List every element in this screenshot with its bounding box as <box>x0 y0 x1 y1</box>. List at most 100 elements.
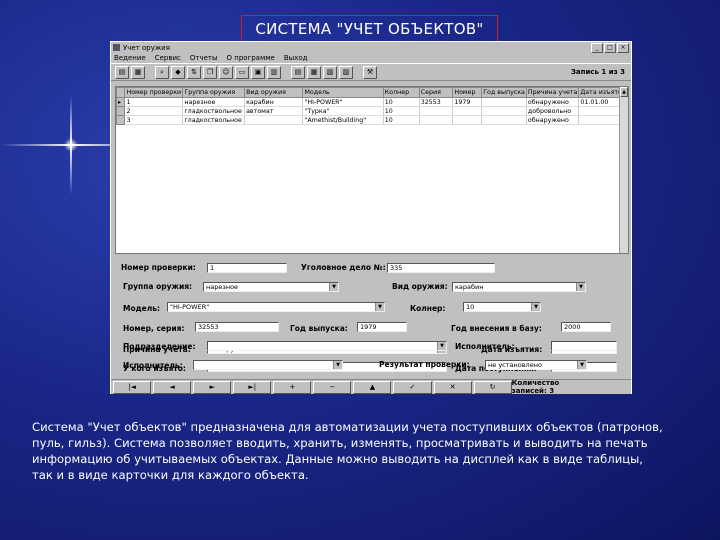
table-cell[interactable]: 10 <box>383 106 420 116</box>
chevron-down-icon[interactable]: ▼ <box>437 342 446 350</box>
table-cell[interactable]: 1 <box>124 97 184 107</box>
chevron-down-icon[interactable]: ▼ <box>576 283 585 291</box>
table-cell[interactable] <box>244 115 304 125</box>
add-record-button[interactable]: + <box>273 380 312 394</box>
table-cell[interactable] <box>419 115 454 125</box>
column-header[interactable]: Модель <box>302 87 384 98</box>
table-cell[interactable]: добровольно <box>526 106 580 116</box>
next-record-button[interactable]: ► <box>193 380 232 394</box>
table-cell[interactable]: карабин <box>244 97 304 107</box>
check-number-field[interactable]: 1 <box>207 263 287 273</box>
copy-icon[interactable]: ❐ <box>203 65 217 79</box>
criminal-case-field[interactable]: 335 <box>387 263 495 273</box>
column-header[interactable]: Группа оружия <box>182 87 246 98</box>
printer-icon[interactable]: ▤ <box>115 65 129 79</box>
slide-description: Система "Учет объектов" предназначена дл… <box>32 419 692 483</box>
table-cell[interactable] <box>481 115 527 125</box>
model-select[interactable]: "HI-POWER" ▼ <box>167 302 385 312</box>
report-list-icon[interactable]: ▦ <box>307 65 321 79</box>
preview-icon[interactable]: ▧ <box>323 65 337 79</box>
table-cell[interactable]: 10 <box>383 115 420 125</box>
chart-icon[interactable]: ▥ <box>267 65 281 79</box>
scroll-up-icon[interactable]: ▲ <box>620 87 628 97</box>
table-scrollbar[interactable]: ▲ <box>619 87 628 253</box>
table-cell[interactable]: гладкоствольное <box>182 115 246 125</box>
check-result-label: Результат проверки: <box>379 360 470 369</box>
description-line: так и в виде карточки для каждого объект… <box>32 468 309 482</box>
table-cell[interactable] <box>419 106 454 116</box>
minimize-button[interactable]: _ <box>591 42 603 53</box>
check-result-select[interactable]: не установлено ▼ <box>485 360 587 370</box>
column-header[interactable]: Причина учета <box>525 87 580 98</box>
refresh-button[interactable]: ↻ <box>473 380 512 394</box>
table-cell[interactable]: нарезное <box>182 97 246 107</box>
sort-icon[interactable]: ⇅ <box>187 65 201 79</box>
table-cell[interactable]: автомат <box>244 106 304 116</box>
column-header[interactable]: Номер <box>452 87 483 98</box>
check-number-label: Номер проверки: <box>121 263 196 272</box>
table-cell[interactable] <box>481 106 527 116</box>
column-header[interactable]: Номер проверки <box>124 87 184 98</box>
last-record-button[interactable]: ►| <box>233 380 272 394</box>
folder-icon[interactable]: ▭ <box>235 65 249 79</box>
weapon-type-select[interactable]: карабин ▼ <box>452 282 586 292</box>
table-row[interactable]: ▸ 1 нарезное карабин "HI-POWER" 10 32553… <box>116 97 628 107</box>
chevron-down-icon[interactable]: ▼ <box>577 361 586 369</box>
column-header[interactable]: Серия <box>418 87 454 98</box>
table-cell[interactable]: 1979 <box>452 97 483 107</box>
table-cell[interactable]: обнаружено <box>526 115 580 125</box>
search-icon[interactable]: ⌕ <box>155 65 169 79</box>
chevron-down-icon[interactable]: ▼ <box>531 303 540 311</box>
table-cell[interactable]: 10 <box>383 97 420 107</box>
chevron-down-icon[interactable]: ▼ <box>375 303 384 311</box>
menu-item-about[interactable]: О программе <box>227 54 275 62</box>
tools-icon[interactable]: ⚒ <box>363 65 377 79</box>
caliber-select[interactable]: 10 ▼ <box>463 302 541 312</box>
cancel-record-button[interactable]: ✕ <box>433 380 472 394</box>
weapon-group-select[interactable]: нарезное ▼ <box>203 282 339 292</box>
column-header[interactable]: Год выпуска <box>481 87 527 98</box>
menu-item-edit[interactable]: Ведение <box>114 54 146 62</box>
table-cell[interactable] <box>452 115 483 125</box>
description-line: Система "Учет объектов" предназначена дл… <box>32 420 663 434</box>
table-cell[interactable]: 2 <box>124 106 184 116</box>
table-cell[interactable]: 3 <box>124 115 184 125</box>
table-cell[interactable] <box>452 106 483 116</box>
table-row[interactable]: 2 гладкоствольное автомат "Турка" 10 доб… <box>116 106 628 116</box>
edit-record-button[interactable]: ▲ <box>353 380 392 394</box>
prev-record-button[interactable]: ◄ <box>153 380 192 394</box>
executor2-field[interactable] <box>551 341 617 351</box>
table-cell[interactable]: "Amethist/Building" <box>302 115 384 125</box>
export-icon[interactable]: ▨ <box>339 65 353 79</box>
table-cell[interactable]: "Турка" <box>302 106 384 116</box>
report-icon[interactable]: ▤ <box>291 65 305 79</box>
table-cell[interactable]: гладкоствольное <box>182 106 246 116</box>
first-record-button[interactable]: |◄ <box>113 380 152 394</box>
post-record-button[interactable]: ✓ <box>393 380 432 394</box>
division-select[interactable]: ▼ <box>207 341 447 351</box>
menu-item-exit[interactable]: Выход <box>284 54 308 62</box>
table-row[interactable]: 3 гладкоствольное "Amethist/Building" 10… <box>116 115 628 125</box>
sparkle-center <box>64 138 78 152</box>
image-icon[interactable]: ▣ <box>251 65 265 79</box>
chevron-down-icon[interactable]: ▼ <box>333 361 342 369</box>
table-cell[interactable]: "HI-POWER" <box>302 97 384 107</box>
user-icon[interactable]: ☺ <box>219 65 233 79</box>
delete-record-button[interactable]: − <box>313 380 352 394</box>
column-header[interactable]: Колнер <box>382 87 420 98</box>
model-label: Модель: <box>123 304 160 313</box>
table-cell[interactable]: 32553 <box>419 97 454 107</box>
maximize-button[interactable]: □ <box>604 42 616 53</box>
app-icon <box>113 44 120 51</box>
chevron-down-icon[interactable]: ▼ <box>329 283 338 291</box>
filter-icon[interactable]: ◆ <box>171 65 185 79</box>
table-icon[interactable]: ▦ <box>131 65 145 79</box>
table-cell[interactable]: обнаружено <box>526 97 580 107</box>
close-button[interactable]: × <box>617 42 629 53</box>
table-cell[interactable] <box>481 97 527 107</box>
menu-item-reports[interactable]: Отчеты <box>190 54 218 62</box>
column-header[interactable]: Вид оружия <box>244 87 304 98</box>
description-line: пуль, гильз). Система позволяет вводить,… <box>32 436 648 450</box>
menu-item-service[interactable]: Сервис <box>155 54 181 62</box>
executor-select[interactable]: ▼ <box>193 360 343 370</box>
